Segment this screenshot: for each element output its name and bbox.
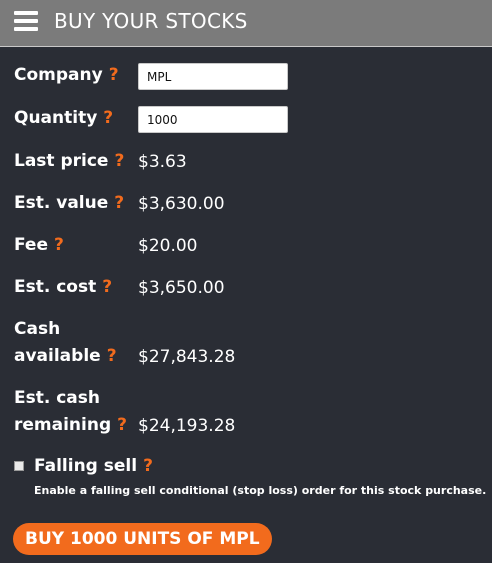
- est-cash-remaining-value: $24,193.28: [138, 416, 236, 436]
- cash-available-label-line1: Cash: [14, 319, 61, 339]
- cash-available-label-line2: available: [14, 346, 101, 366]
- company-help-icon[interactable]: ?: [109, 65, 119, 85]
- est-cash-remaining-help-icon[interactable]: ?: [117, 415, 127, 435]
- est-value-label-text: Est. value: [14, 193, 109, 213]
- est-cash-remaining-label-line1: Est. cash: [14, 388, 101, 408]
- last-price-value: $3.63: [138, 152, 187, 172]
- menu-icon-bar: [14, 27, 38, 31]
- est-cost-label-text: Est. cost: [14, 277, 97, 297]
- fee-value: $20.00: [138, 236, 198, 256]
- quantity-label-text: Quantity: [14, 108, 98, 128]
- falling-sell-help-icon[interactable]: ?: [143, 456, 153, 476]
- last-price-help-icon[interactable]: ?: [114, 151, 124, 171]
- est-cost-label: Est. cost?: [14, 274, 112, 301]
- falling-sell-label-text: Falling sell: [34, 456, 138, 476]
- est-cash-remaining-label-line2: remaining: [14, 415, 112, 435]
- fee-label-text: Fee: [14, 235, 48, 255]
- page-header: BUY YOUR STOCKS: [0, 0, 492, 47]
- falling-sell-description: Enable a falling sell conditional (stop …: [34, 484, 487, 497]
- fee-help-icon[interactable]: ?: [54, 235, 64, 255]
- est-value-help-icon[interactable]: ?: [114, 193, 124, 213]
- menu-icon-bar: [14, 19, 38, 23]
- last-price-label: Last price?: [14, 148, 124, 175]
- hamburger-menu-icon[interactable]: [14, 11, 38, 31]
- fee-label: Fee?: [14, 232, 64, 259]
- est-value-label: Est. value?: [14, 190, 124, 217]
- page-title: BUY YOUR STOCKS: [54, 9, 248, 33]
- est-value-value: $3,630.00: [138, 194, 225, 214]
- cash-available-value: $27,843.28: [138, 347, 236, 367]
- company-label: Company?: [14, 62, 119, 89]
- est-cash-remaining-label-line2-row: remaining?: [14, 412, 127, 439]
- quantity-input[interactable]: [138, 106, 288, 133]
- cash-available-help-icon[interactable]: ?: [107, 346, 117, 366]
- company-label-text: Company: [14, 65, 103, 85]
- falling-sell-label: Falling sell?: [34, 456, 153, 476]
- last-price-label-text: Last price: [14, 151, 109, 171]
- est-cost-value: $3,650.00: [138, 278, 225, 298]
- quantity-help-icon[interactable]: ?: [103, 108, 113, 128]
- menu-icon-bar: [14, 11, 38, 15]
- company-input[interactable]: [138, 63, 288, 90]
- quantity-label: Quantity?: [14, 105, 113, 132]
- falling-sell-checkbox[interactable]: [14, 461, 24, 471]
- est-cost-help-icon[interactable]: ?: [102, 277, 112, 297]
- buy-button[interactable]: BUY 1000 UNITS OF MPL: [13, 523, 272, 555]
- cash-available-label-line2-row: available?: [14, 343, 117, 370]
